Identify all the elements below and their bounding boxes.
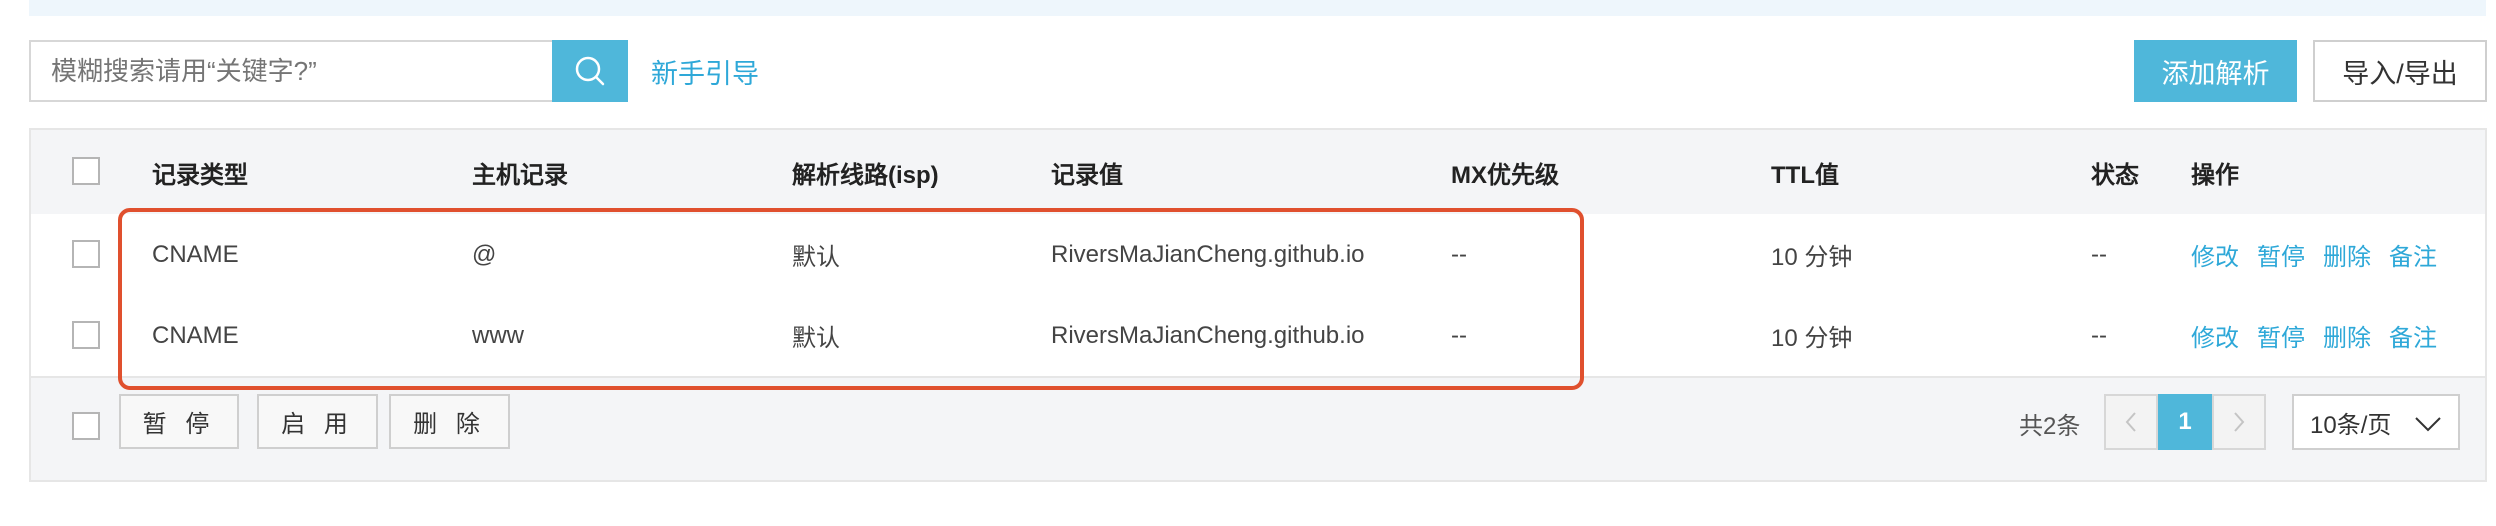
pause-link[interactable]: 暂停 xyxy=(2257,318,2305,353)
cell-record-value: RiversMaJianCheng.github.io xyxy=(1051,321,1365,349)
row-checkbox[interactable] xyxy=(72,321,100,349)
table-row: CNAME www 默认 RiversMaJianCheng.github.io… xyxy=(31,295,2485,378)
select-all-checkbox[interactable] xyxy=(72,157,100,185)
header-mx-priority: MX优先级 xyxy=(1451,161,1559,189)
page-size-select[interactable]: 10条/页 xyxy=(2292,394,2460,450)
search-button[interactable] xyxy=(552,40,628,102)
cell-mx-priority: -- xyxy=(1451,321,1467,349)
prev-page-button[interactable] xyxy=(2104,394,2158,450)
cell-record-type: CNAME xyxy=(152,321,239,349)
cell-resolve-line: 默认 xyxy=(792,325,840,352)
cell-ttl: 10 分钟 xyxy=(1771,244,1853,271)
cell-status: -- xyxy=(2091,321,2107,349)
beginner-guide-link[interactable]: 新手引导 xyxy=(651,52,759,91)
search-box[interactable] xyxy=(29,40,552,102)
table-row: CNAME @ 默认 RiversMaJianCheng.github.io -… xyxy=(31,214,2485,297)
next-page-button[interactable] xyxy=(2212,394,2266,450)
search-input[interactable] xyxy=(31,42,552,100)
add-record-button[interactable]: 添加解析 xyxy=(2134,40,2297,102)
cell-resolve-line: 默认 xyxy=(792,244,840,271)
cell-record-value: RiversMaJianCheng.github.io xyxy=(1051,240,1365,268)
batch-pause-button[interactable]: 暂 停 xyxy=(119,394,239,449)
chevron-right-icon xyxy=(2232,410,2246,434)
chevron-down-icon xyxy=(2414,412,2442,440)
dns-records-table: 记录类型 主机记录 解析线路(isp) 记录值 MX优先级 TTL值 状态 操作… xyxy=(29,128,2487,482)
header-record-value: 记录值 xyxy=(1051,161,1123,189)
edit-link[interactable]: 修改 xyxy=(2191,318,2239,353)
import-export-button[interactable]: 导入/导出 xyxy=(2313,40,2487,102)
cell-mx-priority: -- xyxy=(1451,240,1467,268)
delete-link[interactable]: 删除 xyxy=(2323,237,2371,272)
header-actions: 操作 xyxy=(2191,161,2239,189)
cell-status: -- xyxy=(2091,240,2107,268)
header-resolve-line: 解析线路(isp) xyxy=(792,161,939,189)
footer-select-all-checkbox[interactable] xyxy=(72,412,100,440)
chevron-left-icon xyxy=(2124,410,2138,434)
cell-actions: 修改 暂停 删除 备注 xyxy=(2191,295,2455,376)
page-size-value: 10条/页 xyxy=(2310,411,2392,439)
cell-host-record: www xyxy=(472,321,524,349)
cell-actions: 修改 暂停 删除 备注 xyxy=(2191,214,2455,295)
header-record-type: 记录类型 xyxy=(152,161,248,189)
note-link[interactable]: 备注 xyxy=(2389,318,2437,353)
header-host-record: 主机记录 xyxy=(472,161,568,189)
batch-delete-button[interactable]: 删 除 xyxy=(389,394,510,449)
edit-link[interactable]: 修改 xyxy=(2191,237,2239,272)
total-count: 共2条 xyxy=(2019,413,2081,440)
note-link[interactable]: 备注 xyxy=(2389,237,2437,272)
page-1-button[interactable]: 1 xyxy=(2158,394,2212,450)
table-footer: 暂 停 启 用 删 除 共2条 1 10条/页 xyxy=(31,376,2485,482)
cell-record-type: CNAME xyxy=(152,240,239,268)
batch-enable-button[interactable]: 启 用 xyxy=(257,394,378,449)
pause-link[interactable]: 暂停 xyxy=(2257,237,2305,272)
delete-link[interactable]: 删除 xyxy=(2323,318,2371,353)
cell-ttl: 10 分钟 xyxy=(1771,325,1853,352)
top-banner xyxy=(29,0,2486,16)
search-icon xyxy=(573,54,607,88)
header-ttl: TTL值 xyxy=(1771,161,1839,189)
cell-host-record: @ xyxy=(472,240,497,268)
row-checkbox[interactable] xyxy=(72,240,100,268)
header-status: 状态 xyxy=(2091,161,2139,189)
table-header: 记录类型 主机记录 解析线路(isp) 记录值 MX优先级 TTL值 状态 操作 xyxy=(31,130,2485,216)
